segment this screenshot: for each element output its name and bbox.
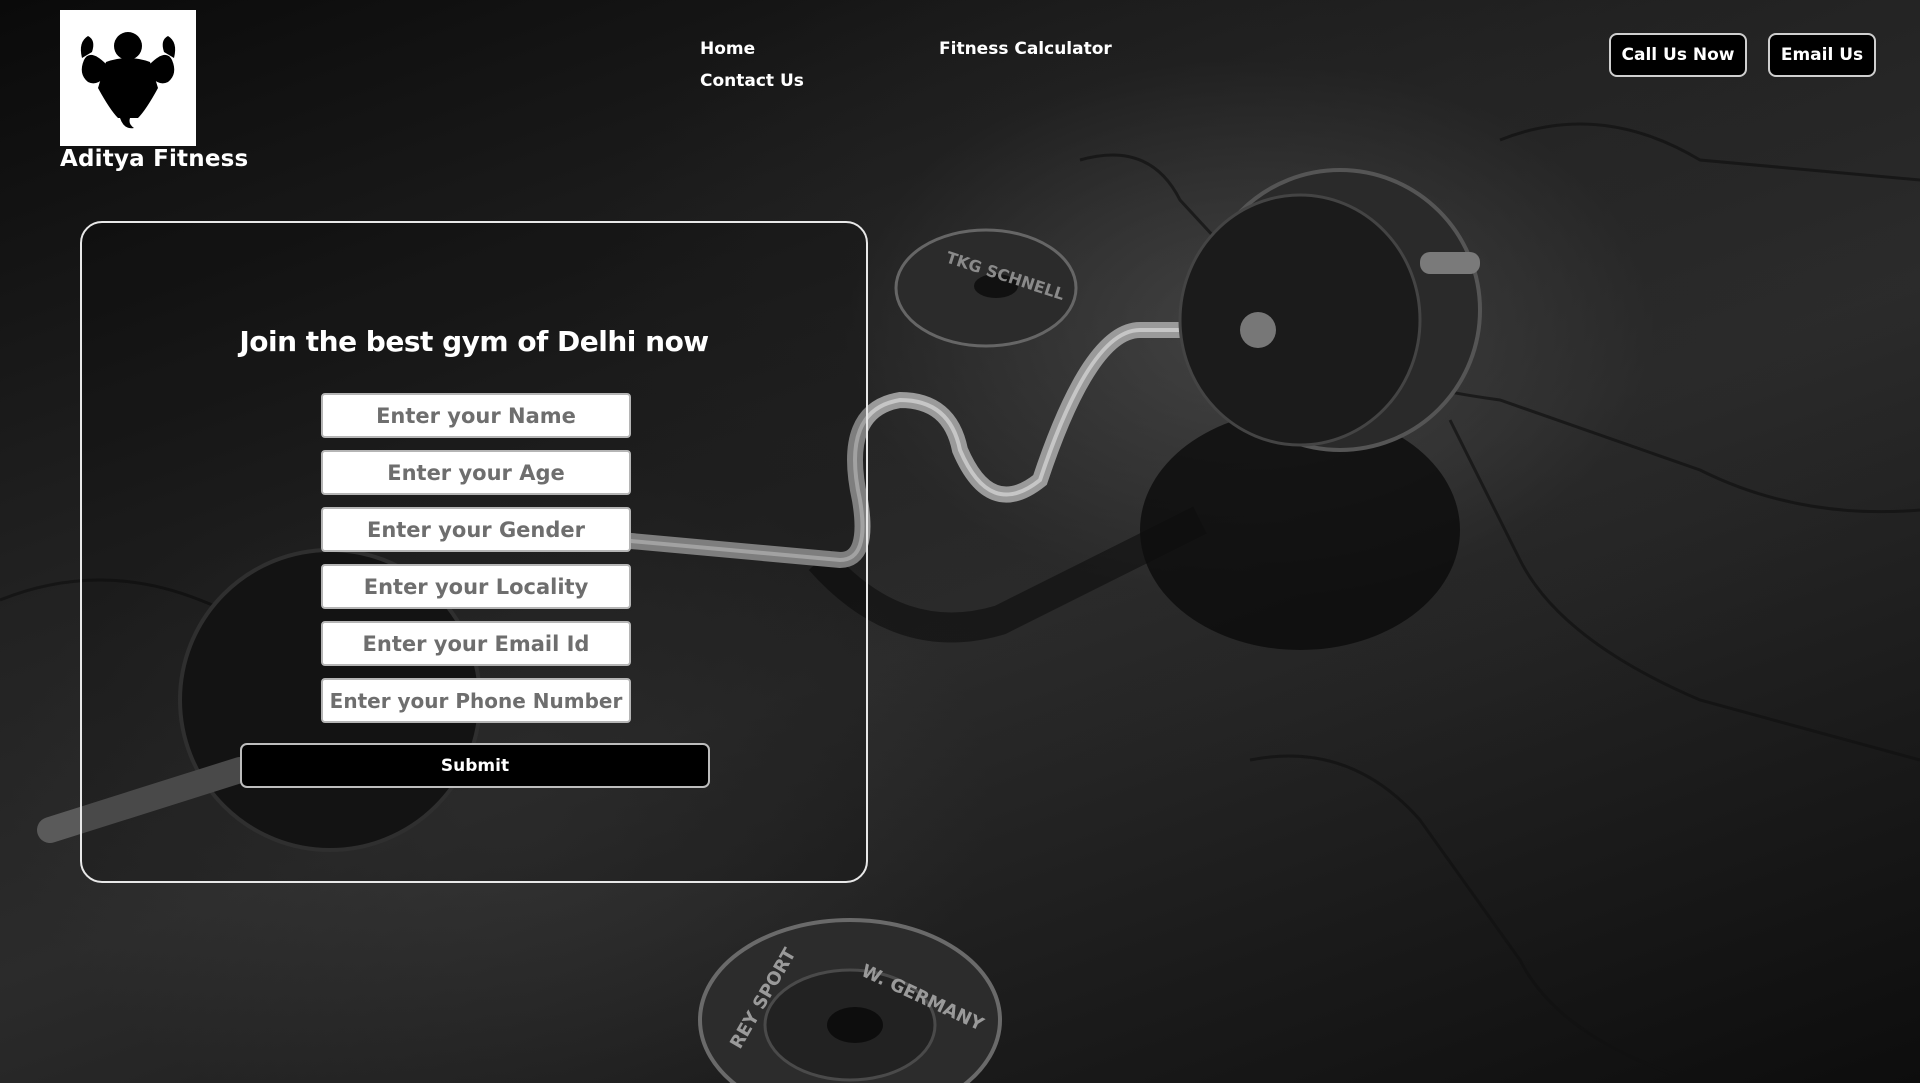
form-heading: Join the best gym of Delhi now <box>239 325 709 358</box>
email-us-button[interactable]: Email Us <box>1768 33 1876 77</box>
age-input[interactable] <box>321 450 631 495</box>
call-us-button[interactable]: Call Us Now <box>1609 33 1747 77</box>
submit-button[interactable]: Submit <box>240 743 710 788</box>
locality-input[interactable] <box>321 564 631 609</box>
nav-link-fitness-calculator[interactable]: Fitness Calculator <box>939 39 1112 59</box>
signup-form-panel: Join the best gym of Delhi now Submit <box>80 221 868 883</box>
brand-name: Aditya Fitness <box>60 146 249 172</box>
email-input[interactable] <box>321 621 631 666</box>
name-input[interactable] <box>321 393 631 438</box>
nav-link-home[interactable]: Home <box>700 39 755 59</box>
bodybuilder-silhouette-icon <box>80 32 176 129</box>
nav-link-contact-us[interactable]: Contact Us <box>700 71 804 91</box>
gender-input[interactable] <box>321 507 631 552</box>
phone-input[interactable] <box>321 678 631 723</box>
brand-logo[interactable] <box>60 10 196 146</box>
